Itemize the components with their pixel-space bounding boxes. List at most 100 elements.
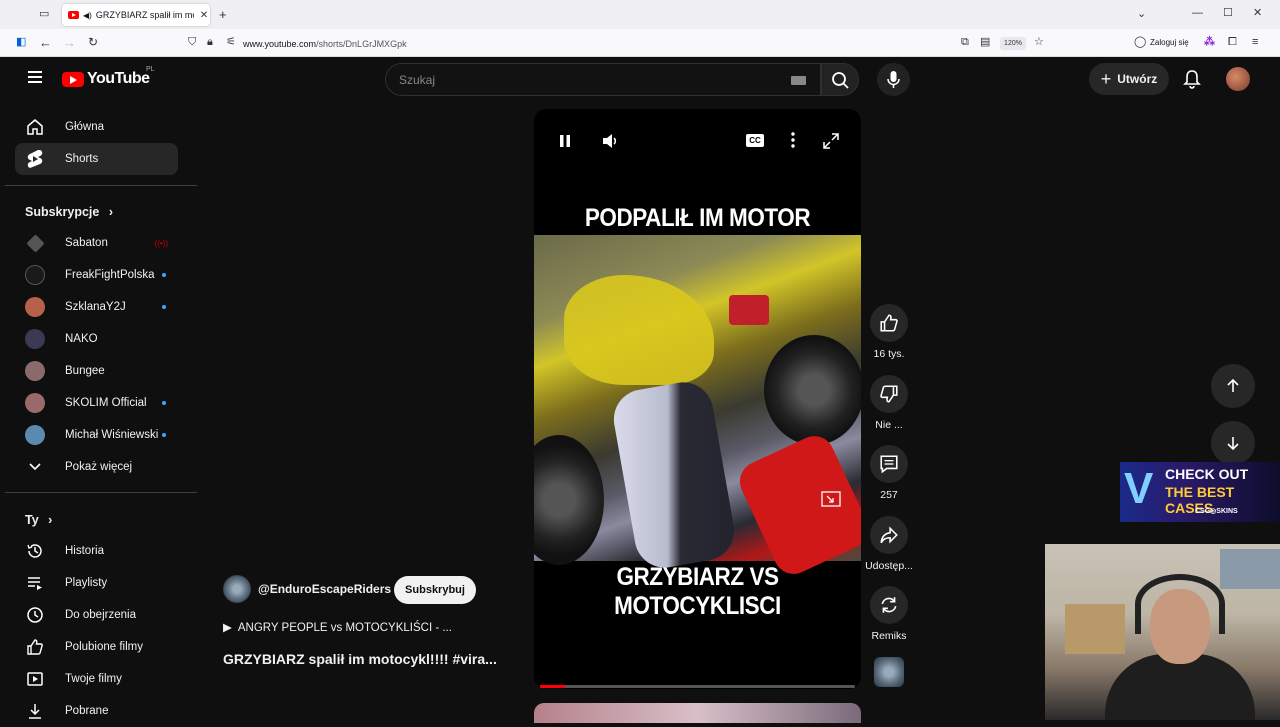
voice-search-button[interactable] bbox=[877, 63, 910, 96]
extension-icon[interactable]: ⁂ bbox=[1204, 37, 1215, 48]
playlist-link[interactable]: ▶ ANGRY PEOPLE vs MOTOCYKLIŚCI - ... bbox=[223, 620, 452, 634]
bookmark-star-icon[interactable]: ☆ bbox=[1034, 37, 1044, 48]
video-progress-bar[interactable] bbox=[540, 685, 855, 688]
remix-button[interactable] bbox=[870, 586, 908, 624]
sidebar-toggle-icon[interactable]: ◧ bbox=[16, 37, 26, 48]
new-tab-icon[interactable]: + bbox=[219, 8, 227, 21]
share-action[interactable]: Udostęp... bbox=[862, 516, 916, 572]
like-action[interactable]: 16 tys. bbox=[862, 304, 916, 360]
sidebar-item-your-videos[interactable]: Twoje filmy bbox=[15, 663, 178, 695]
previous-short-button[interactable] bbox=[1211, 364, 1255, 408]
closed-captions-icon[interactable]: CC bbox=[746, 134, 764, 147]
search-box[interactable]: Szukaj bbox=[385, 63, 821, 96]
dislike-action[interactable]: Nie ... bbox=[862, 375, 916, 431]
sidebar-item-subscription[interactable]: Sabaton ((•)) bbox=[15, 227, 178, 259]
zoom-level[interactable]: 120% bbox=[1000, 37, 1026, 50]
hamburger-menu-icon[interactable] bbox=[28, 71, 42, 83]
more-options-icon[interactable] bbox=[790, 131, 796, 149]
thumbs-down-icon bbox=[880, 385, 898, 403]
sidebar-item-watch-later[interactable]: Do obejrzenia bbox=[15, 599, 178, 631]
remix-action[interactable]: Remiks bbox=[862, 586, 916, 642]
sidebar-item-subscription[interactable]: FreakFightPolska bbox=[15, 259, 178, 291]
browser-tab[interactable]: ◀) GRZYBIARZ spalił im motocykl!!!! #vir… bbox=[62, 4, 210, 26]
sidebar-item-subscription[interactable]: SzklanaY2J bbox=[15, 291, 178, 323]
user-avatar[interactable] bbox=[1226, 67, 1250, 91]
dislike-button[interactable] bbox=[870, 375, 908, 413]
poster bbox=[1220, 549, 1280, 589]
volume-icon[interactable] bbox=[600, 131, 620, 151]
atv-light bbox=[729, 295, 769, 325]
speaker-icon[interactable]: ◀) bbox=[83, 11, 92, 20]
video-progress-fill bbox=[540, 685, 566, 688]
sidebar-item-shorts[interactable]: Shorts bbox=[15, 143, 178, 175]
ad-line1: CHECK OUT bbox=[1165, 466, 1249, 482]
home-icon bbox=[25, 117, 45, 137]
sidebar-item-subscription[interactable]: Bungee bbox=[15, 355, 178, 387]
close-tab-icon[interactable]: ✕ bbox=[198, 10, 210, 21]
keyboard-icon[interactable] bbox=[791, 76, 806, 85]
maximize-icon[interactable]: ☐ bbox=[1223, 8, 1233, 19]
sidebar-item-label: Bungee bbox=[65, 365, 105, 377]
divider bbox=[5, 492, 197, 493]
tab-list-icon[interactable]: ▭ bbox=[39, 9, 49, 20]
youtube-logo-icon bbox=[62, 71, 84, 87]
subscriptions-heading[interactable]: Subskrypcje › bbox=[25, 205, 113, 219]
youtube-logo[interactable]: YouTube PL bbox=[62, 66, 155, 88]
address-bar[interactable]: www.youtube.com/shorts/DnLGrJMXGpk bbox=[243, 39, 407, 49]
sidebar-item-playlists[interactable]: Playlisty bbox=[15, 567, 178, 599]
minimize-icon[interactable]: — bbox=[1192, 8, 1203, 19]
shield-icon[interactable]: ⛉ bbox=[188, 37, 196, 48]
back-icon[interactable]: ← bbox=[39, 36, 52, 49]
arrow-up-icon bbox=[1227, 378, 1239, 392]
sidebar-item-subscription[interactable]: NAKO bbox=[15, 323, 178, 355]
channel-handle[interactable]: @EnduroEscapeRiders bbox=[258, 582, 391, 596]
shorts-video-player[interactable]: PODPALIŁ IM MOTOR GRZYBIARZ VS MOTOCYKLI… bbox=[534, 109, 861, 689]
channel-avatar-small[interactable] bbox=[874, 657, 904, 687]
ad-brand: CSG◎SKINS bbox=[1195, 508, 1238, 515]
subscribe-button[interactable]: Subskrybuj bbox=[394, 576, 476, 604]
menu-icon[interactable]: ≡ bbox=[1252, 37, 1258, 48]
next-short-preview[interactable] bbox=[534, 703, 861, 723]
pause-icon[interactable] bbox=[558, 133, 572, 149]
share-button[interactable] bbox=[870, 516, 908, 554]
dislike-label: Nie ... bbox=[875, 419, 903, 431]
sidebar-item-downloads[interactable]: Pobrane bbox=[15, 695, 178, 727]
sign-in-button[interactable]: Zaloguj się bbox=[1150, 38, 1189, 47]
permissions-icon[interactable]: ⚟ bbox=[226, 37, 236, 48]
atv-body bbox=[564, 275, 714, 385]
extensions-icon[interactable]: ⧠ bbox=[1228, 37, 1237, 48]
comments-action[interactable]: 257 bbox=[862, 445, 916, 501]
sidebar-item-label: Playlisty bbox=[65, 577, 108, 589]
forward-icon[interactable]: → bbox=[63, 36, 76, 49]
you-heading[interactable]: Ty › bbox=[25, 513, 52, 527]
video-title[interactable]: GRZYBIARZ spalił im motocykl!!!! #vira..… bbox=[223, 651, 497, 667]
chevron-down-icon[interactable]: ⌄ bbox=[1137, 9, 1146, 20]
lock-icon[interactable]: 🔒︎ bbox=[207, 37, 213, 48]
ad-banner[interactable]: V CHECK OUT THE BEST CASES CSG◎SKINS bbox=[1120, 462, 1280, 522]
reload-icon[interactable]: ↻ bbox=[88, 36, 98, 48]
reader-view-icon[interactable]: ▤ bbox=[980, 37, 990, 48]
create-button[interactable]: + Utwórz bbox=[1089, 63, 1169, 95]
sidebar-item-history[interactable]: Historia bbox=[15, 535, 178, 567]
next-short-button[interactable] bbox=[1211, 421, 1255, 465]
notifications-bell-icon[interactable] bbox=[1181, 68, 1203, 90]
channel-avatar[interactable] bbox=[223, 575, 251, 603]
close-window-icon[interactable]: ✕ bbox=[1253, 8, 1262, 19]
show-more-button[interactable]: Pokaż więcej bbox=[15, 451, 178, 483]
sidebar-item-subscription[interactable]: Michał Wiśniewski bbox=[15, 419, 178, 451]
sidebar-item-home[interactable]: Główna bbox=[15, 111, 178, 143]
like-button[interactable] bbox=[870, 304, 908, 342]
sidebar-item-label: SKOLIM Official bbox=[65, 397, 147, 409]
sidebar-item-liked[interactable]: Polubione filmy bbox=[15, 631, 178, 663]
search-input[interactable]: Szukaj bbox=[399, 73, 435, 87]
sidebar-item-subscription[interactable]: SKOLIM Official bbox=[15, 387, 178, 419]
share-icon bbox=[880, 526, 898, 544]
fullscreen-icon[interactable] bbox=[822, 132, 840, 150]
picture-in-picture-icon[interactable]: ⧉ bbox=[961, 37, 969, 48]
comment-icon bbox=[880, 455, 898, 474]
comments-button[interactable] bbox=[870, 445, 908, 483]
channel-avatar-icon bbox=[25, 393, 45, 413]
account-icon[interactable]: ◯ bbox=[1134, 37, 1146, 48]
search-button[interactable] bbox=[821, 63, 859, 96]
picture-in-picture-icon[interactable] bbox=[821, 491, 841, 507]
